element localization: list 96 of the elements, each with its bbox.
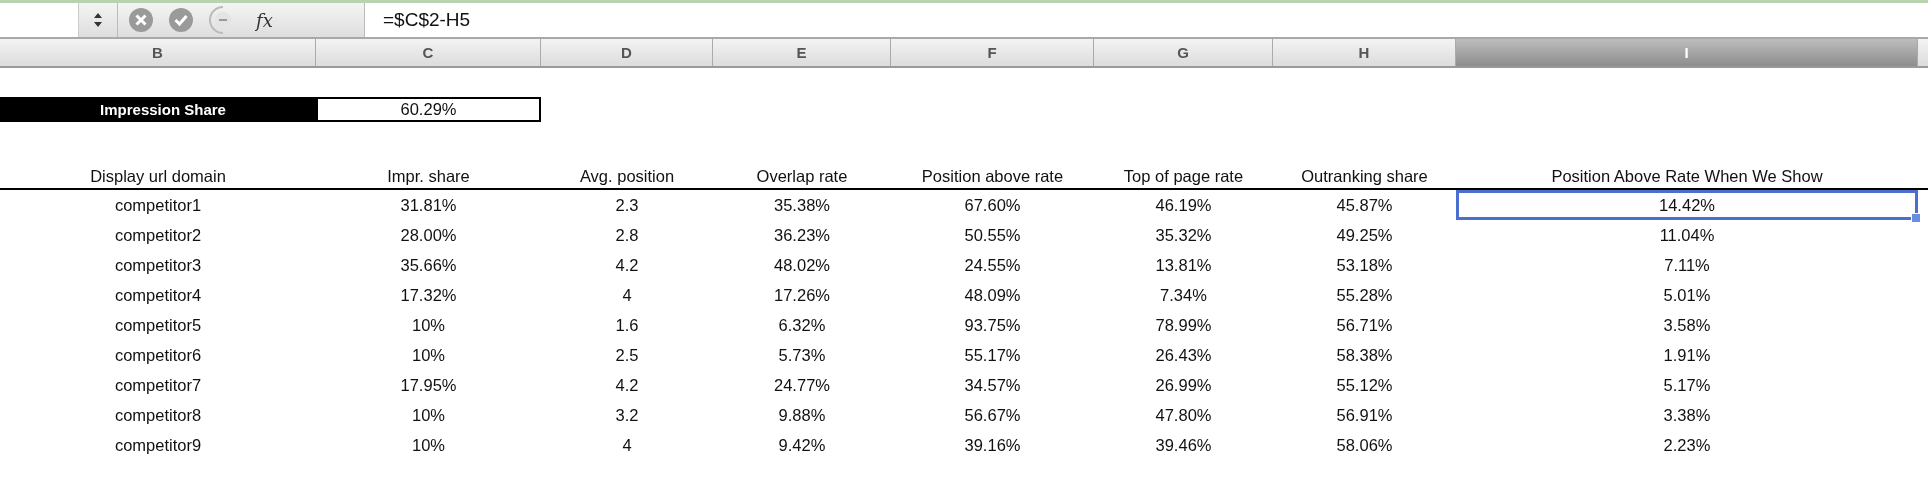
table-cell-text: 26.43% (1154, 344, 1213, 366)
column-title: Overlap rate (755, 166, 849, 187)
table-cell-text: competitor9 (113, 434, 203, 456)
summary-value: 60.29% (316, 97, 541, 122)
table-cell-text: 34.57% (963, 374, 1022, 396)
fx-label[interactable]: fx (256, 9, 273, 31)
table-cell-text: 53.18% (1335, 254, 1394, 276)
table-cell-text: 7.34% (1159, 284, 1208, 306)
table-cell-text: 4.2 (614, 254, 640, 276)
table-cell-text: competitor6 (113, 344, 203, 366)
table-cell-text: 24.77% (773, 374, 831, 396)
table-cell-text: 50.55% (963, 224, 1022, 246)
table-cell-text: 2.3 (614, 194, 640, 216)
column-header[interactable]: D (541, 39, 713, 66)
table-cell-text: 4 (621, 284, 633, 306)
table-cell-text: 11.04% (1658, 224, 1716, 246)
table-cell-text: 35.32% (1154, 224, 1213, 246)
check-icon[interactable] (168, 7, 194, 33)
table-cell-text: 49.25% (1335, 224, 1394, 246)
table-cell-text: 10% (411, 314, 446, 336)
table-cell-text: 78.99% (1154, 314, 1213, 336)
table-cell-text: 3.38% (1662, 404, 1712, 426)
column-header[interactable]: H (1273, 39, 1456, 66)
table-cell-text: 6.32% (777, 314, 827, 336)
table-cell-text: 10% (411, 404, 446, 426)
table-cell-text: 17.95% (399, 374, 458, 396)
table-cell-text: 4.2 (614, 374, 640, 396)
table-cell-text: 10% (411, 434, 446, 456)
formula-field[interactable]: =$C$2-H5 (365, 3, 1928, 37)
table-cell-text: 47.80% (1154, 404, 1213, 426)
table-cell-text: 55.28% (1335, 284, 1394, 306)
table-cell-text: 17.26% (773, 284, 831, 306)
table-cell-text: 24.55% (963, 254, 1022, 276)
table-cell-text: 48.09% (963, 284, 1022, 306)
column-header[interactable]: G (1094, 39, 1273, 66)
column-header[interactable]: E (713, 39, 891, 66)
table-cell-text: 9.42% (777, 434, 827, 456)
column-title: Avg. position (578, 166, 676, 187)
table-cell-text: 58.06% (1335, 434, 1394, 456)
table-cell: 14.42% (1456, 190, 1918, 220)
table-cell-text: 39.16% (963, 434, 1022, 456)
table-cell-text: competitor8 (113, 404, 203, 426)
table-cell-text: 28.00% (399, 224, 458, 246)
table-cell-text: 46.19% (1154, 194, 1213, 216)
table-cell-text: competitor2 (113, 224, 203, 246)
table-cell-text: 56.71% (1335, 314, 1394, 336)
table-cell-text: 2.23% (1662, 434, 1712, 456)
table-cell-text: 2.8 (614, 224, 640, 246)
table-cell-text: competitor7 (113, 374, 203, 396)
column-title: Impr. share (386, 166, 471, 187)
column-title: Top of page rate (1122, 166, 1245, 187)
table-cell-text: 5.01% (1662, 284, 1712, 306)
column-title: Position Above Rate When We Show (1550, 166, 1824, 187)
table-cell-text: 35.38% (773, 194, 831, 216)
header-corner (1918, 39, 1928, 66)
cancel-icon[interactable] (128, 7, 154, 33)
table-cell-text: competitor5 (113, 314, 203, 336)
table-cell-text: 35.66% (399, 254, 458, 276)
table-cell-text: 13.81% (1154, 254, 1213, 276)
table-cell-text: 10% (411, 344, 446, 366)
summary-label: Impression Share (0, 97, 316, 122)
table-cell-text: competitor1 (113, 194, 203, 216)
table-cell-text: 3.58% (1662, 314, 1712, 336)
column-header[interactable]: B (0, 39, 316, 66)
table-cell-text: 45.87% (1335, 194, 1394, 216)
column-header[interactable]: F (891, 39, 1094, 66)
column-title: Display url domain (89, 166, 227, 187)
table-cell-text: 17.32% (399, 284, 458, 306)
table-cell-text: 4 (621, 434, 633, 456)
table-cell-text: 55.17% (963, 344, 1022, 366)
table-cell-text: 3.2 (614, 404, 640, 426)
table-cell-text: 55.12% (1335, 374, 1394, 396)
table-cell-text: 26.99% (1154, 374, 1213, 396)
table-cell-text: 7.11% (1663, 254, 1711, 276)
table-cell-text: 36.23% (773, 224, 831, 246)
table-cell-text: 93.75% (963, 314, 1022, 336)
table-cell-text: 9.88% (777, 404, 827, 426)
stepper-icon[interactable] (93, 11, 103, 29)
column-title: Position above rate (920, 166, 1065, 187)
table-cell-text: 31.81% (399, 194, 458, 216)
table-cell-text: 1.6 (614, 314, 640, 336)
table-cell-text: 39.46% (1154, 434, 1213, 456)
table-cell-text: 58.38% (1335, 344, 1394, 366)
column-header[interactable]: C (316, 39, 541, 66)
fill-handle[interactable] (1911, 213, 1921, 223)
table-cell-text: 48.02% (773, 254, 831, 276)
table-cell-text: 56.91% (1335, 404, 1394, 426)
column-title: Outranking share (1300, 166, 1429, 187)
table-cell-text: 5.73% (777, 344, 827, 366)
table-cell-text: competitor3 (113, 254, 203, 276)
table-cell-text: 5.17% (1662, 374, 1712, 396)
table-cell-text: competitor4 (113, 284, 203, 306)
table-cell-text: 56.67% (963, 404, 1022, 426)
table-cell-text: 67.60% (963, 194, 1022, 216)
table-cell-text: 2.5 (614, 344, 640, 366)
table-cell-text: 1.91% (1662, 344, 1712, 366)
